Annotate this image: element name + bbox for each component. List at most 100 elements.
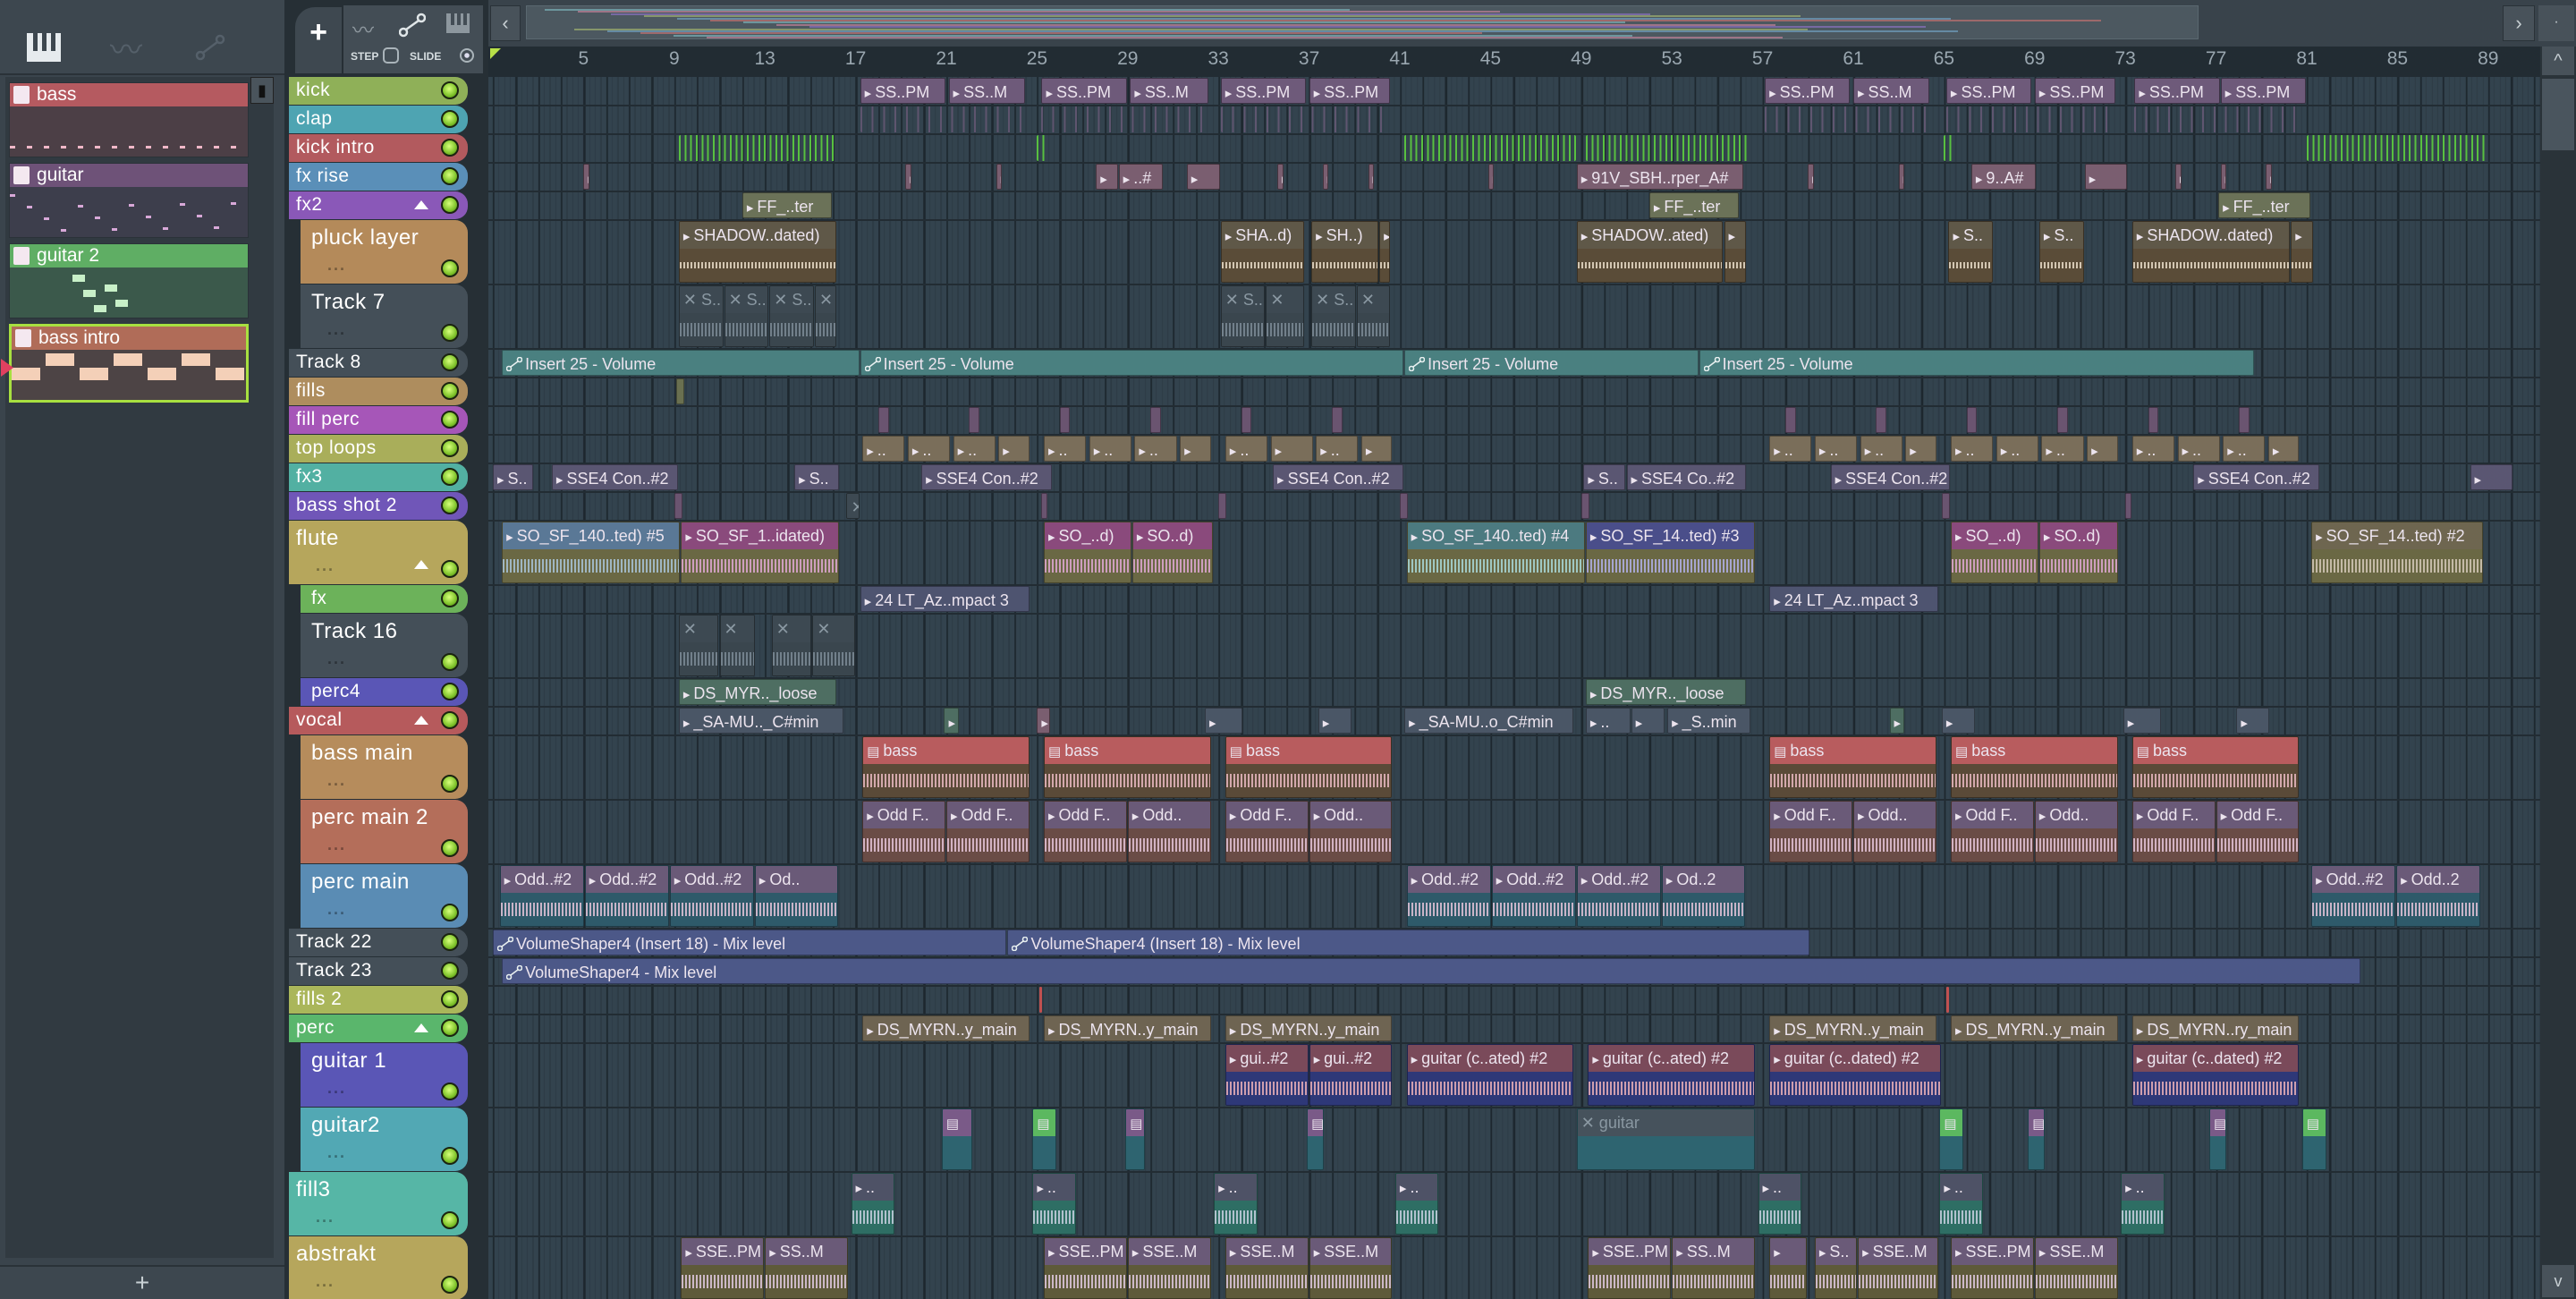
clip-ticks[interactable]	[1220, 106, 1390, 132]
clip-marker[interactable]	[877, 407, 889, 433]
clip-pm[interactable]: ▸ Od..2	[1661, 865, 1745, 927]
clip-loop[interactable]: ▸	[2267, 436, 2300, 462]
clip-fx3[interactable]: ▸ SSE4 Con..#2	[2193, 464, 2320, 490]
clip-lt[interactable]: ▸ 24 LT_Az..mpact 3	[860, 586, 1030, 612]
clip-fill3[interactable]: ▸..	[1032, 1173, 1076, 1235]
track-mute-led[interactable]	[441, 110, 459, 128]
clip-muted[interactable]: ✕	[719, 615, 756, 676]
clip-prp[interactable]: ▤	[1307, 1108, 1325, 1170]
track-header-clap[interactable]: clap	[289, 106, 468, 133]
clip-abs[interactable]: ▸ SSE..PM	[1044, 1237, 1127, 1299]
track-mute-led[interactable]	[441, 259, 459, 277]
clip-loop[interactable]: ▸..	[907, 436, 951, 462]
track-header-fills-2[interactable]: fills 2	[289, 986, 468, 1014]
clip-rise[interactable]: ▸	[905, 164, 911, 190]
clip-bass[interactable]: ▤ bass	[1951, 736, 2118, 798]
track-mute-led[interactable]	[441, 962, 459, 980]
clip-guitar[interactable]: ▸ gui..#2	[1309, 1044, 1393, 1106]
clip-pm2[interactable]: ▸ Odd..	[1853, 801, 1936, 862]
collapse-group-arrow[interactable]	[414, 200, 428, 209]
clip-bass[interactable]: ▤ bass	[1224, 736, 1393, 798]
track-mute-led[interactable]	[441, 411, 459, 429]
track-header-track-16[interactable]: Track 16...	[301, 614, 468, 677]
clip-rise[interactable]: ▸	[1096, 164, 1118, 190]
track-header-fx3[interactable]: fx3	[289, 463, 468, 491]
track-mute-led[interactable]	[441, 1082, 459, 1100]
clip-green[interactable]	[1037, 135, 1046, 161]
track-mute-led[interactable]	[441, 775, 459, 793]
clip-abs[interactable]: ▸ SSE..PM	[1588, 1237, 1672, 1299]
clip-marker[interactable]	[1331, 407, 1343, 433]
track-mute-led[interactable]	[441, 167, 459, 185]
clip-pluck[interactable]: ▸	[1379, 221, 1390, 283]
track-options-dots[interactable]: ...	[327, 1079, 346, 1098]
clip-rise[interactable]: ▸ ..#	[1118, 164, 1164, 190]
clip-pluck[interactable]: ▸ SHADOW..dated)	[2131, 221, 2291, 283]
track-mute-led[interactable]	[441, 933, 459, 951]
clip-vocal[interactable]: ▸	[1941, 708, 1975, 734]
clip-fluteb[interactable]: ▸ SO_SF_14..ted) #3	[1585, 522, 1755, 583]
track-mute-led[interactable]	[441, 81, 459, 99]
clip-marker[interactable]	[674, 493, 682, 519]
clip-kick[interactable]: ▸ SS..M	[1130, 78, 1209, 104]
track-mute-led[interactable]	[441, 590, 459, 607]
clip-muted[interactable]: ✕	[814, 285, 837, 347]
track-mute-led[interactable]	[441, 560, 459, 578]
clip-loop[interactable]: ▸	[998, 436, 1030, 462]
track-mute-led[interactable]	[441, 468, 459, 486]
clip-fx3[interactable]: ▸ SSE4 Con..#2	[1830, 464, 1950, 490]
clip-marker[interactable]	[1876, 407, 1887, 433]
track-options-dots[interactable]: ...	[316, 1208, 335, 1227]
clip-rise[interactable]: ▸ 91V_SBH..rper_A#	[1576, 164, 1744, 190]
clip-pm2[interactable]: ▸ Odd F..	[1769, 801, 1852, 862]
clip-abs[interactable]: ▸ SSE..M	[1127, 1237, 1211, 1299]
clip-vocal[interactable]: ▸	[2236, 708, 2270, 734]
clip-pm2[interactable]: ▸ Odd..	[2034, 801, 2118, 862]
clip-pm[interactable]: ▸ Od..	[754, 865, 838, 927]
clip-vocal[interactable]: ▸..	[1585, 708, 1631, 734]
clip-prp[interactable]: ▤	[2208, 1108, 2227, 1170]
clip-auto2[interactable]: VolumeShaper4 (Insert 18) - Mix level	[1007, 930, 1809, 955]
clip-abs[interactable]: ▸ SS..M	[1672, 1237, 1755, 1299]
clip-vocal[interactable]: ▸ _SA-MU.._C#min	[678, 708, 843, 734]
clip-pm[interactable]: ▸ Odd..#2	[499, 865, 584, 927]
clip-muted[interactable]: ✕ S..	[769, 285, 814, 347]
clip-marker[interactable]	[1966, 407, 1978, 433]
clip-pm2[interactable]: ▸ Odd F..	[2131, 801, 2216, 862]
clip-olive[interactable]	[676, 378, 685, 404]
clip-fill3[interactable]: ▸..	[1939, 1173, 1983, 1235]
clip-loop[interactable]: ▸..	[1814, 436, 1858, 462]
clip-pm[interactable]: ▸ Odd..#2	[669, 865, 754, 927]
clip-pm[interactable]: ▸ Odd..#2	[1576, 865, 1661, 927]
clip-marker[interactable]	[1784, 407, 1796, 433]
clip-flutep[interactable]: ▸ SO_..d)	[1951, 522, 2038, 583]
clip-perc4[interactable]: ▸	[1889, 708, 1905, 734]
scroll-left-button[interactable]: ‹	[490, 5, 521, 41]
track-header-fill-perc[interactable]: fill perc	[289, 406, 468, 434]
clip-vocal[interactable]: ▸ _S..min	[1667, 708, 1750, 734]
clip-vocal[interactable]: ▸	[2123, 708, 2161, 734]
clip-fill3[interactable]: ▸..	[1214, 1173, 1258, 1235]
clip-loop[interactable]: ▸..	[1951, 436, 1994, 462]
clip-loop[interactable]: ▸	[1905, 436, 1936, 462]
audio-wave-icon[interactable]: 〰	[104, 27, 148, 68]
clip-abs[interactable]: ▸	[1769, 1237, 1808, 1299]
clip-loop[interactable]: ▸	[1180, 436, 1211, 462]
scroll-up-button[interactable]: ^	[2542, 47, 2574, 75]
clip-loop[interactable]: ▸..	[953, 436, 996, 462]
pattern-clip-icon[interactable]	[445, 13, 470, 40]
track-header-fill3[interactable]: fill3...	[289, 1172, 468, 1235]
clip-muted[interactable]: ✕	[771, 615, 812, 676]
clip-bass[interactable]: ▤ bass	[1044, 736, 1211, 798]
clip-loop[interactable]: ▸..	[1769, 436, 1812, 462]
clip-rise[interactable]: ▸	[2174, 164, 2182, 190]
clip-guitar[interactable]: ▸ guitar (c..dated) #2	[2131, 1044, 2300, 1106]
track-header-fx2[interactable]: fx2	[289, 191, 468, 219]
step-toggle[interactable]	[383, 47, 399, 64]
clip-prg[interactable]: ▤	[2301, 1108, 2326, 1170]
track-mute-led[interactable]	[441, 683, 459, 700]
clip-lt[interactable]: ▸ 24 LT_Az..mpact 3	[1769, 586, 1939, 612]
clip-loop[interactable]: ▸..	[1089, 436, 1131, 462]
pattern-item-guitar[interactable]: guitar	[9, 163, 249, 238]
track-header-kick[interactable]: kick	[289, 77, 468, 105]
